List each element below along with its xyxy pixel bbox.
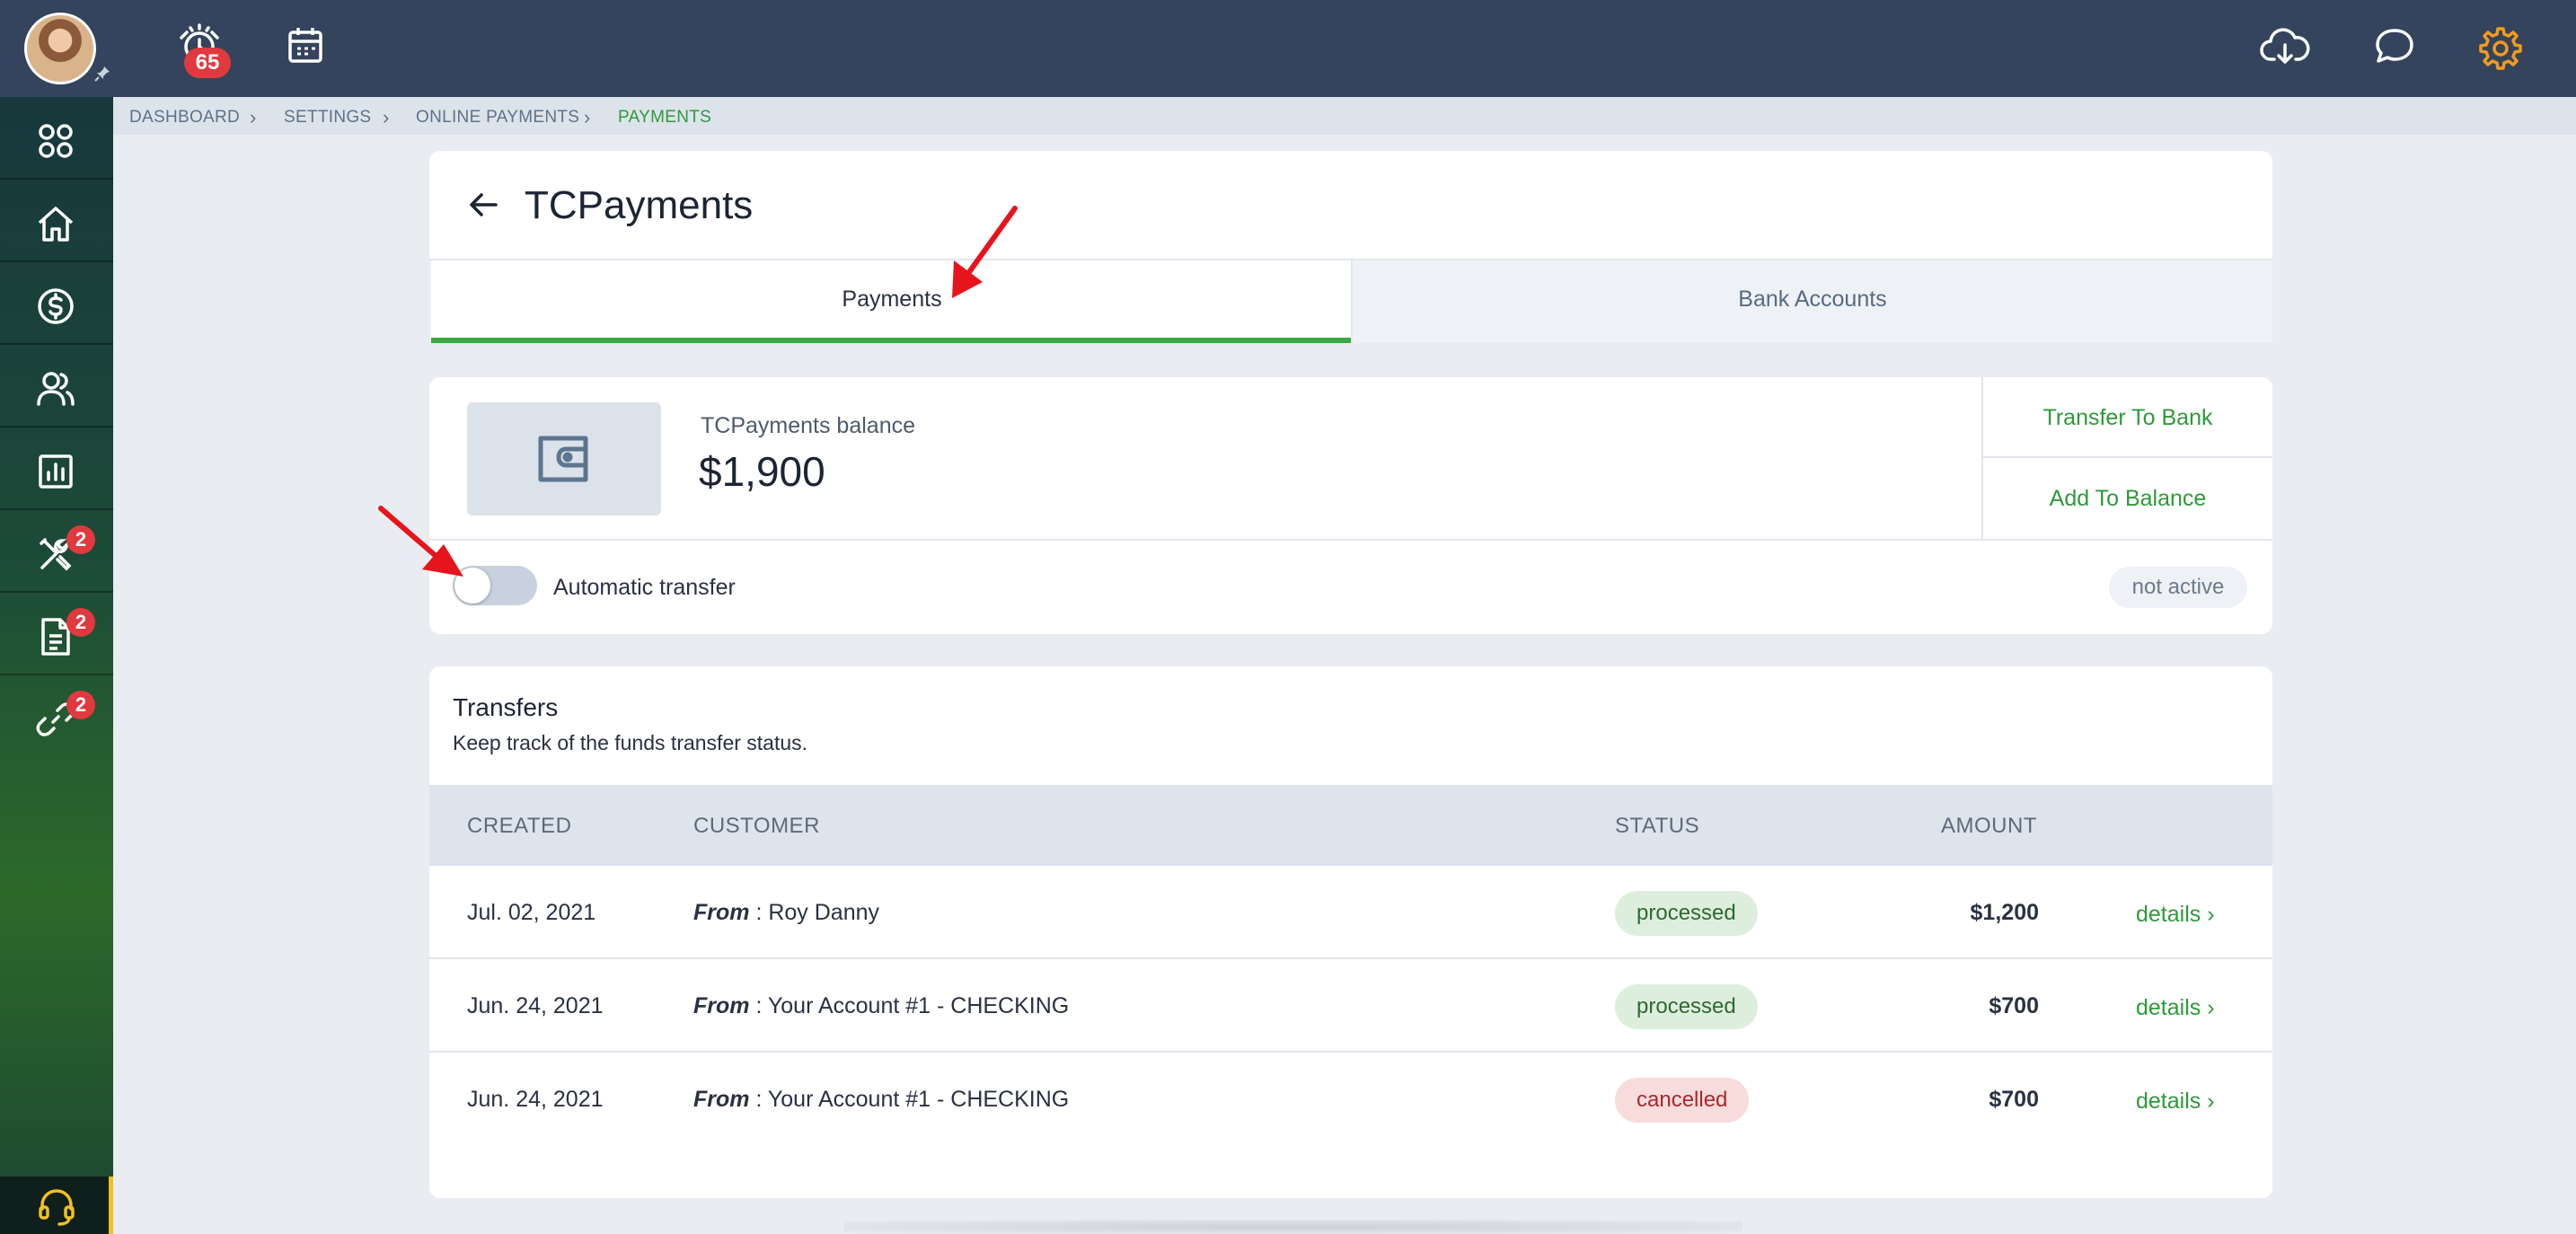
row-amount: $700 [1989, 993, 2039, 1018]
chat-icon[interactable] [2368, 20, 2422, 74]
gear-icon[interactable] [2474, 20, 2527, 74]
sidebar-item-payments[interactable] [0, 262, 113, 345]
sidebar-item-reports[interactable] [0, 427, 113, 510]
chevron-right-icon: › [250, 106, 257, 128]
automatic-transfer-status-badge: not active [2109, 567, 2247, 608]
table-row: Jul. 02, 2021 From : Roy Danny processed… [429, 866, 2272, 959]
transfer-to-bank-button[interactable]: Transfer To Bank [1983, 377, 2272, 458]
chevron-right-icon: › [584, 106, 591, 128]
sidebar-item-customers[interactable] [0, 345, 113, 427]
avatar[interactable] [24, 13, 96, 84]
top-bar: 65 [0, 0, 2576, 97]
details-link[interactable]: details › [2136, 1089, 2215, 1115]
tab-bank-accounts[interactable]: Bank Accounts [1351, 260, 2272, 343]
sidebar: 2 2 2 [0, 97, 113, 1234]
back-arrow-icon[interactable] [465, 187, 501, 223]
row-amount: $700 [1989, 1087, 2039, 1112]
tools-count-badge: 2 [66, 525, 95, 554]
pin-icon [94, 66, 110, 82]
breadcrumb-online-payments[interactable]: ONLINE PAYMENTS [416, 108, 579, 128]
status-badge: processed [1615, 891, 1758, 936]
customer-name: : Your Account #1 - CHECKING [749, 993, 1070, 1018]
breadcrumb-dashboard[interactable]: DASHBOARD [129, 108, 240, 128]
column-customer: CUSTOMER [693, 814, 820, 838]
table-row: Jun. 24, 2021 From : Your Account #1 - C… [429, 1053, 2272, 1146]
home-icon [38, 207, 74, 242]
balance-card: TCPayments balance $1,900 Transfer To Ba… [429, 377, 2272, 634]
table-header: CREATED CUSTOMER STATUS AMOUNT [429, 785, 2272, 866]
status-badge: processed [1615, 984, 1758, 1029]
balance-amount: $1,900 [699, 448, 825, 495]
documents-count-badge: 2 [66, 608, 95, 637]
customer-name: : Roy Danny [749, 900, 880, 925]
column-created: CREATED [467, 814, 572, 838]
row-customer: From : Your Account #1 - CHECKING [693, 1087, 1069, 1113]
breadcrumb-settings[interactable]: SETTINGS [284, 108, 371, 128]
row-amount: $1,200 [1970, 900, 2039, 925]
reports-icon [39, 454, 73, 489]
sidebar-item-links[interactable]: 2 [0, 675, 113, 758]
column-status: STATUS [1615, 814, 1700, 838]
page-header: TCPayments [429, 151, 2272, 259]
annotation-arrow-icon [378, 506, 463, 577]
users-icon [37, 372, 75, 406]
details-label: details [2136, 1089, 2201, 1114]
breadcrumb: DASHBOARD › SETTINGS › ONLINE PAYMENTS ›… [113, 97, 2576, 135]
row-customer: From : Your Account #1 - CHECKING [693, 993, 1069, 1019]
add-to-balance-button[interactable]: Add To Balance [1983, 458, 2272, 539]
page-title: TCPayments [525, 183, 754, 227]
from-label: From [693, 1087, 750, 1112]
tab-payments[interactable]: Payments [431, 260, 1353, 343]
row-created: Jun. 24, 2021 [467, 993, 604, 1018]
balance-label: TCPayments balance [701, 413, 916, 438]
annotation-arrow-icon [952, 206, 1018, 298]
column-amount: AMOUNT [1941, 814, 2037, 838]
row-customer: From : Roy Danny [693, 900, 879, 926]
apps-grid-icon [39, 124, 73, 158]
transfers-subtitle: Keep track of the funds transfer status. [453, 731, 808, 754]
row-created: Jul. 02, 2021 [467, 900, 596, 925]
details-link[interactable]: details › [2136, 995, 2215, 1021]
balance-actions: Transfer To Bank Add To Balance [1981, 377, 2272, 539]
scroll-shadow [844, 1220, 1742, 1234]
from-label: From [693, 900, 750, 925]
chevron-right-icon: › [383, 106, 390, 128]
details-link[interactable]: details › [2136, 902, 2215, 928]
status-badge: cancelled [1615, 1078, 1750, 1123]
chevron-right-icon: › [2207, 902, 2215, 927]
sidebar-item-tools[interactable]: 2 [0, 510, 113, 593]
row-created: Jun. 24, 2021 [467, 1087, 604, 1112]
chevron-right-icon: › [2207, 1089, 2215, 1114]
breadcrumb-payments: PAYMENTS [618, 108, 712, 127]
support-button[interactable] [0, 1177, 113, 1234]
links-count-badge: 2 [66, 691, 95, 719]
wallet-thumbnail [467, 402, 661, 516]
transfers-card: Transfers Keep track of the funds transf… [429, 666, 2272, 1198]
sidebar-item-documents[interactable]: 2 [0, 593, 113, 675]
details-label: details [2136, 902, 2201, 927]
alarm-count-badge: 65 [184, 48, 231, 78]
divider [429, 539, 2272, 541]
chevron-right-icon: › [2207, 995, 2215, 1020]
transfers-title: Transfers [453, 693, 559, 721]
details-label: details [2136, 995, 2201, 1020]
tab-bar: Payments Bank Accounts [429, 259, 2272, 343]
table-row: Jun. 24, 2021 From : Your Account #1 - C… [429, 959, 2272, 1053]
headset-icon [39, 1189, 75, 1226]
automatic-transfer-label: Automatic transfer [553, 575, 736, 600]
sidebar-item-apps[interactable] [0, 97, 113, 180]
from-label: From [693, 993, 750, 1018]
calendar-icon[interactable] [278, 20, 332, 74]
cloud-download-icon[interactable] [2258, 20, 2312, 74]
sidebar-item-home[interactable] [0, 180, 113, 262]
dollar-icon [38, 288, 74, 324]
wallet-icon [538, 436, 588, 482]
customer-name: : Your Account #1 - CHECKING [749, 1087, 1070, 1112]
